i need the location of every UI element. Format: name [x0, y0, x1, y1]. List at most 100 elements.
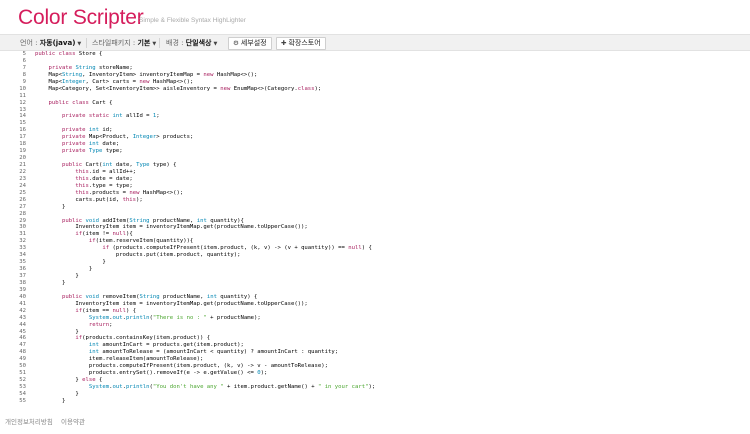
background-value: 단일색상: [185, 39, 212, 47]
code-text: System.out.println("You don't have any "…: [88, 384, 376, 390]
code-line: 17 private Map<Product, Integer> product…: [18, 134, 746, 141]
code-text: this.type = type;: [75, 182, 133, 189]
code-text: if(item.reserveItem(quantity)){: [88, 238, 194, 245]
code-text: public void addItem(String productName, …: [61, 217, 244, 224]
code-text: }: [35, 390, 79, 397]
code-line: 24 this.type = type;: [18, 183, 746, 190]
code-text: carts.put(id, this);: [35, 196, 143, 203]
code-line: 31 if(item != null){: [18, 231, 746, 238]
language-select[interactable]: 언어 : 자동(java) ▼: [20, 37, 81, 49]
code-line: 51 products.entrySet().removeIf(e -> e.g…: [18, 370, 746, 377]
code-line: 48 int amountToRelease = (amountInCart <…: [18, 349, 746, 356]
code-text: Map<Integer, Cart> carts = new HashMap<>…: [35, 78, 194, 85]
code-line: 52 } else {: [18, 377, 746, 384]
line-number: 43: [19, 314, 26, 321]
chevron-down-icon: ▼: [152, 41, 157, 47]
background-select[interactable]: 배경 : 단일색상 ▼: [166, 37, 217, 49]
line-number: 11: [19, 92, 26, 99]
code-line: 28: [18, 211, 746, 218]
language-value: 자동(java): [39, 39, 76, 47]
brand-logo-title[interactable]: Color Scripter: [18, 6, 144, 30]
brand-tagline: Simple & Flexible Syntax HighLighter: [139, 17, 246, 24]
code-text: InventoryItem item = inventoryItemMap.ge…: [35, 224, 308, 231]
detail-settings-button[interactable]: ⚙ 세부설정: [228, 37, 272, 50]
code-line: 49 item.releaseItem(amountToRelease);: [18, 356, 746, 363]
code-line: 45 }: [18, 329, 746, 336]
code-line: 27 }: [18, 204, 746, 211]
code-text: int amountToRelease = (amountInCart < qu…: [88, 349, 339, 356]
code-text: products.put(item.product, quantity);: [35, 252, 241, 259]
line-number: 22: [19, 168, 26, 175]
extension-store-button[interactable]: ✚ 확장스토어: [276, 37, 326, 50]
line-number: 55: [19, 397, 26, 404]
line-number: 40: [19, 293, 26, 300]
code-line: 12 public class Cart {: [18, 100, 746, 107]
terms-link[interactable]: 이용약관: [61, 418, 85, 427]
line-number: 10: [19, 85, 26, 92]
toolbar-divider: [86, 38, 87, 48]
line-number: 20: [19, 155, 26, 162]
code-line: 15: [18, 120, 746, 127]
code-line: 47 int amountInCart = products.get(item.…: [18, 342, 746, 349]
line-number: 45: [19, 328, 26, 335]
code-line: 25 this.products = new HashMap<>();: [18, 190, 746, 197]
code-line: 22 this.id = allId++;: [18, 169, 746, 176]
style-package-label: 스타일패키지 :: [92, 39, 136, 47]
code-line: 7 private String storeName;: [18, 65, 746, 72]
line-number: 54: [19, 390, 26, 397]
style-package-value: 기본: [137, 39, 151, 47]
code-text: return;: [88, 321, 113, 328]
code-line: 35 }: [18, 259, 746, 266]
line-number: 24: [19, 182, 26, 189]
style-package-select[interactable]: 스타일패키지 : 기본 ▼: [92, 37, 156, 49]
code-line: 14 private static int allId = 1;: [18, 113, 746, 120]
code-line: 38 }: [18, 280, 746, 287]
line-number: 15: [19, 120, 26, 127]
line-number: 25: [19, 189, 26, 196]
code-line: 55 }: [18, 398, 746, 405]
code-line: 19 private Type type;: [18, 148, 746, 155]
line-number: 12: [19, 99, 26, 106]
line-number: 42: [19, 307, 26, 314]
code-line: 42 if(item == null) {: [18, 308, 746, 315]
line-number: 28: [19, 210, 26, 217]
code-text: }: [35, 259, 106, 266]
line-number: 27: [19, 203, 26, 210]
code-line: 9 Map<Integer, Cart> carts = new HashMap…: [18, 79, 746, 86]
code-text: Map<String, InventoryItem> inventoryItem…: [35, 71, 258, 78]
code-line: 39: [18, 287, 746, 294]
code-text: }: [35, 266, 93, 273]
code-text: private int id;: [61, 127, 113, 134]
line-number: 39: [19, 286, 26, 293]
line-number: 50: [19, 363, 26, 370]
extension-store-label: 확장스토어: [288, 39, 321, 47]
privacy-policy-link[interactable]: 개인정보처리방침: [5, 418, 53, 427]
code-text: products.computeIfPresent(item.product, …: [35, 363, 328, 370]
line-number: 5: [22, 51, 26, 57]
code-line: 46 if(products.containsKey(item.product)…: [18, 335, 746, 342]
code-line: 10 Map<Category, Set<InventoryItem>> ais…: [18, 86, 746, 93]
code-text: int amountInCart = products.get(item.pro…: [88, 342, 244, 349]
chevron-down-icon: ▼: [77, 41, 82, 47]
puzzle-icon: ✚: [281, 39, 287, 47]
code-text: public class Store {: [35, 51, 103, 57]
line-number: 9: [22, 78, 26, 85]
code-line: 36 }: [18, 266, 746, 273]
toolbar-divider: [159, 38, 160, 48]
code-text: public class Cart {: [48, 99, 113, 106]
code-line: 26 carts.put(id, this);: [18, 197, 746, 204]
line-number: 8: [22, 71, 26, 78]
code-text: products.entrySet().removeIf(e -> e.getV…: [35, 370, 268, 377]
code-line: 33 if (products.computeIfPresent(item.pr…: [18, 245, 746, 252]
code-line: 30 InventoryItem item = inventoryItemMap…: [18, 224, 746, 231]
line-number: 14: [19, 113, 26, 120]
line-number: 6: [22, 57, 26, 64]
code-text: private int date;: [61, 141, 120, 148]
code-text: } else {: [35, 377, 103, 384]
code-line: 11: [18, 93, 746, 100]
line-number: 51: [19, 370, 26, 377]
code-editor[interactable]: 5 public class Store { 6 7 private String s…: [18, 51, 746, 415]
code-line: 43 System.out.println("There is no : " +…: [18, 315, 746, 322]
code-text: this.id = allId++;: [75, 168, 137, 175]
code-line: 21 public Cart(int date, Type type) {: [18, 162, 746, 169]
